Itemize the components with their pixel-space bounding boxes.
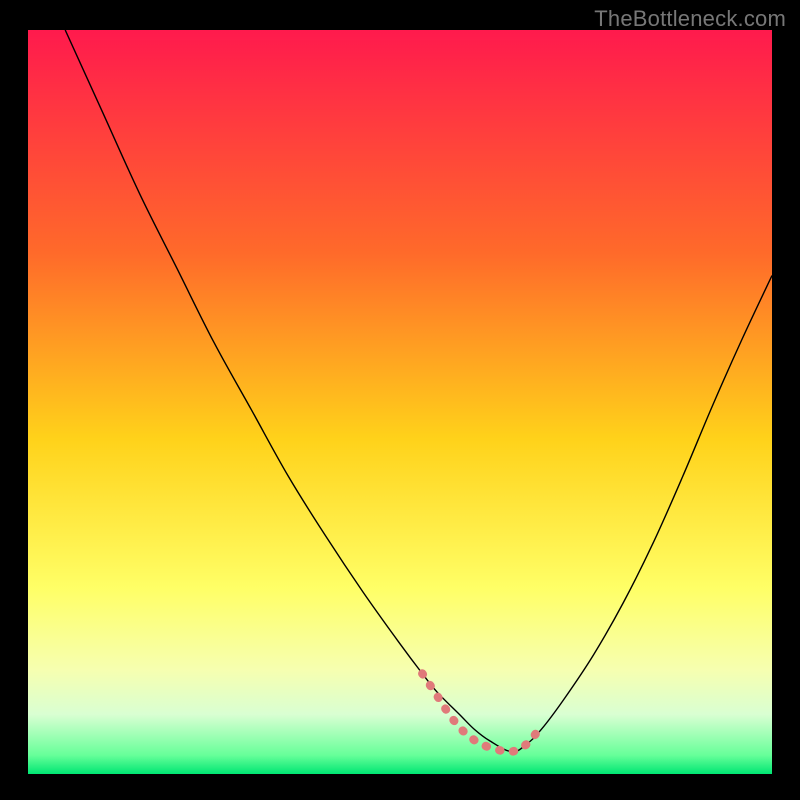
- plot-area: [28, 30, 772, 774]
- gradient-background: [28, 30, 772, 774]
- chart-frame: TheBottleneck.com: [0, 0, 800, 800]
- watermark-text: TheBottleneck.com: [594, 6, 786, 32]
- chart-svg: [28, 30, 772, 774]
